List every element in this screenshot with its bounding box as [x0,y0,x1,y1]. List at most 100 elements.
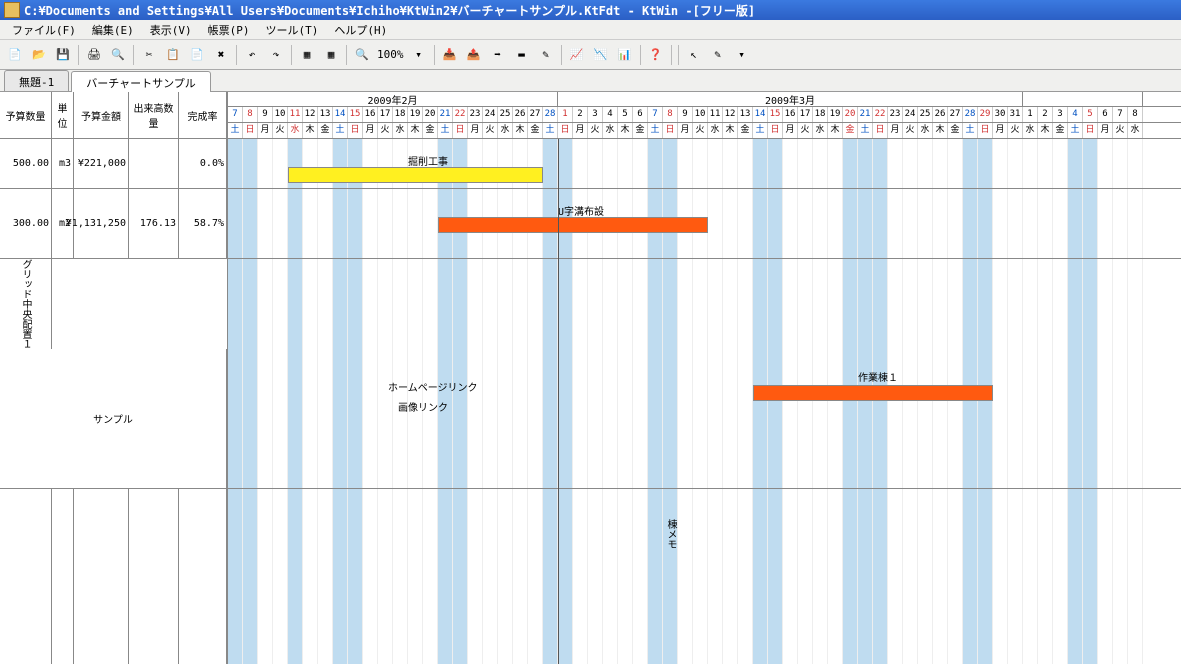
day-weekday: 火 [693,123,708,138]
gantt-row[interactable]: 棟メモ [228,489,1181,664]
highlight-button[interactable]: ✎ [707,44,729,66]
tab-untitled[interactable]: 無題-1 [4,70,69,91]
print-button[interactable]: 🖨 [83,44,105,66]
day-number: 13 [318,107,333,122]
day-number: 2 [573,107,588,122]
copy-button[interactable]: 📋 [162,44,184,66]
cursor-button[interactable]: ↖ [683,44,705,66]
menu-help[interactable]: ヘルプ(H) [326,20,395,40]
day-number: 1 [1023,107,1038,122]
month-header: 2009年3月 [558,92,1023,106]
redo-button[interactable]: ↷ [265,44,287,66]
day-weekday: 土 [543,123,558,138]
day-number: 15 [768,107,783,122]
gantt-row[interactable]: 作業棟１ホームページリンク画像リンク [228,259,1181,489]
day-number: 22 [453,107,468,122]
gantt-bar[interactable] [753,385,993,401]
gantt-body[interactable]: 掘削工事U字溝布設作業棟１ホームページリンク画像リンク棟メモ [228,139,1181,664]
cell-qty: 500.00 [0,139,52,188]
cut-button[interactable]: ✂ [138,44,160,66]
undo-button[interactable]: ↶ [241,44,263,66]
day-weekday: 金 [948,123,963,138]
zoom-out-button[interactable]: 🔍 [351,44,373,66]
new-button[interactable]: 📄 [4,44,26,66]
day-number: 23 [468,107,483,122]
delete-button[interactable]: ✖ [210,44,232,66]
day-number: 7 [228,107,243,122]
paste-button[interactable]: 📄 [186,44,208,66]
day-number: 22 [873,107,888,122]
calendar-days: 7891011121314151617181920212223242526272… [228,107,1181,123]
edit-button[interactable]: ✎ [535,44,557,66]
day-number: 14 [753,107,768,122]
import-button[interactable]: 📥 [439,44,461,66]
day-weekday: 木 [408,123,423,138]
bar-button[interactable]: ▬ [511,44,533,66]
chart3-button[interactable]: 📊 [614,44,636,66]
gantt-bar[interactable] [288,167,543,183]
window-title: C:¥Documents and Settings¥All Users¥Docu… [24,2,755,19]
menu-view[interactable]: 表示(V) [142,20,200,40]
day-weekday: 土 [438,123,453,138]
day-weekday: 水 [603,123,618,138]
image-link-label[interactable]: 画像リンク [398,399,448,414]
gantt-row[interactable]: U字溝布設 [228,189,1181,259]
day-number: 10 [693,107,708,122]
calendar-months: 2009年2月2009年3月 [228,92,1181,107]
data-row [0,489,227,664]
day-weekday: 木 [933,123,948,138]
day-number: 4 [603,107,618,122]
zoom-dropdown[interactable]: ▾ [408,44,430,66]
tab-barchart-sample[interactable]: バーチャートサンプル [71,71,211,92]
chart1-button[interactable]: 📈 [566,44,588,66]
menu-tool[interactable]: ツール(T) [258,20,327,40]
day-weekday: 土 [333,123,348,138]
cell-pct: 0.0% [179,139,227,188]
day-number: 21 [438,107,453,122]
export-button[interactable]: 📤 [463,44,485,66]
day-weekday: 土 [648,123,663,138]
grid2-button[interactable]: ▦ [320,44,342,66]
day-weekday: 水 [813,123,828,138]
save-button[interactable]: 💾 [52,44,74,66]
help-button[interactable]: ❓ [645,44,667,66]
day-weekday: 土 [1068,123,1083,138]
header-actual: 出来高数量 [129,92,179,138]
day-number: 24 [483,107,498,122]
titlebar: C:¥Documents and Settings¥All Users¥Docu… [0,0,1181,20]
day-weekday: 火 [1113,123,1128,138]
toolbar: 📄 📂 💾 🖨 🔍 ✂ 📋 📄 ✖ ↶ ↷ ▦ ▦ 🔍 100% ▾ 📥 📤 ➡… [0,40,1181,70]
day-weekday: 水 [1128,123,1143,138]
header-unit: 単位 [52,92,74,138]
day-weekday: 金 [843,123,858,138]
menu-report[interactable]: 帳票(P) [200,20,258,40]
link-button[interactable]: ➡ [487,44,509,66]
gantt-row[interactable]: 掘削工事 [228,139,1181,189]
data-row: 300.00 m2 ¥1,131,250 176.13 58.7% [0,189,227,259]
day-number: 23 [888,107,903,122]
day-number: 29 [978,107,993,122]
day-weekday: 水 [498,123,513,138]
header-pct: 完成率 [179,92,227,138]
gantt-bar[interactable] [438,217,708,233]
menu-file[interactable]: ファイル(F) [4,20,84,40]
menu-edit[interactable]: 編集(E) [84,20,142,40]
day-number: 16 [783,107,798,122]
day-number: 5 [1083,107,1098,122]
day-weekday: 月 [1098,123,1113,138]
homepage-link-label[interactable]: ホームページリンク [388,379,478,394]
tool-dropdown[interactable]: ▾ [731,44,753,66]
day-weekday: 水 [918,123,933,138]
day-weekday: 土 [228,123,243,138]
cell-pct: 58.7% [179,189,227,258]
gantt-panel[interactable]: 2009年2月2009年3月 7891011121314151617181920… [228,92,1181,664]
day-number: 14 [333,107,348,122]
day-weekday: 日 [873,123,888,138]
open-button[interactable]: 📂 [28,44,50,66]
day-weekday: 日 [978,123,993,138]
day-weekday: 日 [348,123,363,138]
calendar-weekdays: 土日月火水木金土日月火水木金土日月火水木金土日月火水木金土日月火水木金土日月火水… [228,123,1181,139]
chart2-button[interactable]: 📉 [590,44,612,66]
grid-button[interactable]: ▦ [296,44,318,66]
preview-button[interactable]: 🔍 [107,44,129,66]
